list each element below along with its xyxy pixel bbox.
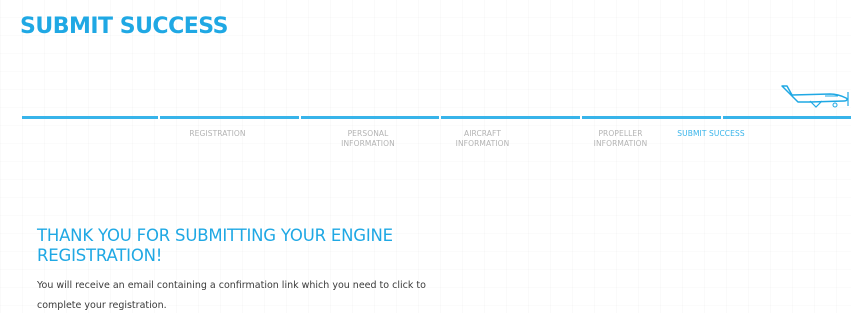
progress-step-propeller-information: PROPELLER INFORMATION bbox=[582, 116, 721, 166]
progress-step-bar bbox=[160, 116, 299, 119]
progress-step-label: PERSONAL INFORMATION bbox=[341, 129, 395, 148]
progress-step-registration: REGISTRATION bbox=[160, 116, 299, 166]
progress-stepper: REGISTRATION PERSONAL INFORMATION AIRCRA… bbox=[0, 116, 851, 166]
progress-step-bar bbox=[22, 116, 158, 119]
progress-step-submit-success: SUBMIT SUCCESS bbox=[677, 116, 851, 166]
airplane-icon bbox=[781, 85, 849, 108]
progress-step-bar bbox=[582, 116, 721, 119]
progress-step-bar bbox=[441, 116, 580, 119]
progress-step-label: PROPELLER INFORMATION bbox=[593, 129, 648, 148]
progress-step-personal-information: PERSONAL INFORMATION bbox=[301, 116, 439, 166]
confirmation-message: You will receive an email containing a c… bbox=[37, 280, 426, 311]
progress-step-aircraft-information: AIRCRAFT INFORMATION bbox=[441, 116, 580, 166]
progress-step-start bbox=[22, 116, 158, 166]
progress-step-label: SUBMIT SUCCESS bbox=[677, 129, 745, 138]
page-title: SUBMIT SUCCESS bbox=[20, 14, 228, 39]
progress-step-label: REGISTRATION bbox=[189, 129, 246, 138]
progress-step-label: AIRCRAFT INFORMATION bbox=[455, 129, 510, 148]
progress-step-bar bbox=[301, 116, 439, 119]
progress-step-bar bbox=[723, 116, 851, 119]
thank-you-heading: THANK YOU FOR SUBMITTING YOUR ENGINE REG… bbox=[37, 226, 393, 265]
